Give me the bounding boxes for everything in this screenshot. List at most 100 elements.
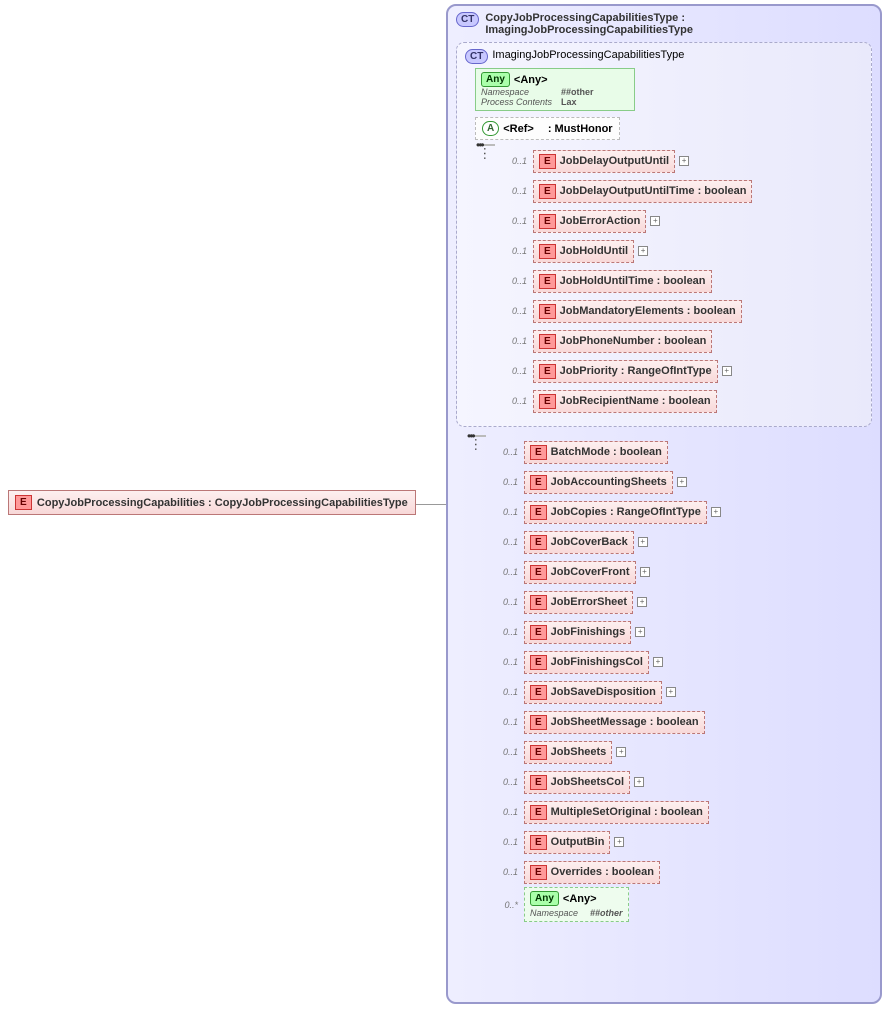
cardinality-label: 0..1 [496,597,518,607]
inner-sequence: ••• 0..1EJobDelayOutputUntil+0..1EJobDel… [465,144,863,416]
expand-icon[interactable]: + [635,627,645,637]
expand-icon[interactable]: + [666,687,676,697]
e-badge-icon: E [530,445,547,460]
element-node[interactable]: EJobCoverFront [524,561,636,584]
node-label: JobCopies : RangeOfIntType [551,506,701,518]
element-node[interactable]: EJobSheetMessage : boolean [524,711,705,734]
e-badge-icon: E [539,184,556,199]
root-element: E CopyJobProcessingCapabilities : CopyJo… [8,490,416,515]
cardinality-label: 0..1 [505,306,527,316]
element-node[interactable]: EJobHoldUntil [533,240,634,263]
child-row: 0..1 EJobCoverFront + [496,557,872,587]
ct-badge-icon: CT [456,12,479,27]
expand-icon[interactable]: + [677,477,687,487]
cardinality-label: 0..1 [505,396,527,406]
root-element-label: CopyJobProcessingCapabilities : CopyJobP… [36,497,409,509]
element-node[interactable]: EOverrides : boolean [524,861,660,884]
e-badge-icon: E [530,505,547,520]
element-node[interactable]: EJobDelayOutputUntilTime : boolean [533,180,752,203]
element-node[interactable]: EJobSheetsCol [524,771,630,794]
outer-children-list: 0..1 E BatchMode : boolean 0..1 EJobAccounti… [496,435,872,922]
inner-complex-type: CT ImagingJobProcessingCapabilitiesType … [456,42,872,427]
e-badge-icon: E [530,805,547,820]
cardinality-label: 0..1 [505,366,527,376]
expand-icon[interactable]: + [722,366,732,376]
element-node[interactable]: EJobFinishingsCol [524,651,649,674]
node-label: JobHoldUntil [560,245,628,257]
node-label: OutputBin [551,836,605,848]
element-node[interactable]: EJobErrorSheet [524,591,633,614]
expand-icon[interactable]: + [614,837,624,847]
element-node[interactable]: EJobAccountingSheets [524,471,673,494]
cardinality-label: 0..1 [496,507,518,517]
e-badge-icon: E [530,835,547,850]
e-badge-icon: E [539,304,556,319]
child-row: 0..1EJobCoverBack+ [496,527,872,557]
cardinality-label: 0..1 [505,276,527,286]
outer-complex-type: CT CopyJobProcessingCapabilitiesType : I… [446,4,882,1004]
e-badge-icon: E [530,775,547,790]
cardinality-label: 0..1 [496,567,518,577]
child-row: 0..1EJobErrorAction+ [505,206,863,236]
node-label: JobFinishings [551,626,626,638]
expand-icon[interactable]: + [616,747,626,757]
expand-icon[interactable]: + [634,777,644,787]
inner-ct-name: ImagingJobProcessingCapabilitiesType [492,49,684,61]
expand-icon[interactable]: + [679,156,689,166]
node-label: MultipleSetOriginal : boolean [551,806,703,818]
child-row: 0..1EJobDelayOutputUntil+ [505,146,863,176]
inner-children-list: 0..1EJobDelayOutputUntil+0..1EJobDelayOu… [505,144,863,416]
child-row: 0..1 EJobFinishings + [496,617,872,647]
e-badge-icon: E [539,214,556,229]
expand-icon[interactable]: + [650,216,660,226]
attribute-ref: A <Ref> : MustHonor [475,117,620,140]
node-label: JobDelayOutputUntil [560,155,669,167]
element-node[interactable]: EJobSheets [524,741,612,764]
element-node[interactable]: EJobErrorAction [533,210,646,233]
e-badge-icon: E [15,495,32,510]
expand-icon[interactable]: + [638,246,648,256]
expand-icon[interactable]: + [638,537,648,547]
any-ns-val: ##other [561,87,594,97]
element-node[interactable]: EJobMandatoryElements : boolean [533,300,742,323]
element-node[interactable]: EJobCoverBack [524,531,634,554]
node-label: JobSheets [551,746,607,758]
element-node[interactable]: EJobDelayOutputUntil [533,150,675,173]
outer-sequence: ••• 0..1EBatchMode : boolean0..1EJobAcco… [456,435,872,922]
element-node[interactable]: EJobPriority : RangeOfIntType [533,360,718,383]
element-node[interactable]: EJobPhoneNumber : boolean [533,330,712,353]
element-node[interactable]: EJobHoldUntilTime : boolean [533,270,712,293]
node-label: JobSheetMessage : boolean [551,716,699,728]
node-label: BatchMode : boolean [551,446,662,458]
child-row: 0..1EJobHoldUntil+ [505,236,863,266]
element-node[interactable]: E OutputBin [524,831,610,854]
expand-icon[interactable]: + [653,657,663,667]
sequence-icon: ••• [481,144,495,146]
child-row: 0..1EJobPhoneNumber : boolean [505,326,863,356]
element-node[interactable]: EJobFinishings [524,621,631,644]
e-badge-icon: E [530,535,547,550]
cardinality-label: 0..* [496,900,518,910]
child-row: 0..1EJobAccountingSheets+ [496,467,872,497]
child-row: 0..1EOverrides : boolean [496,857,872,887]
element-node[interactable]: E BatchMode : boolean [524,441,668,464]
element-node[interactable]: E JobCopies : RangeOfIntType [524,501,707,524]
element-node[interactable]: E MultipleSetOriginal : boolean [524,801,709,824]
any-badge-icon: Any [481,72,510,87]
expand-icon[interactable]: + [640,567,650,577]
any-pc-key: Process Contents [481,97,561,107]
child-row: 0..1 EJobPriority : RangeOfIntType + [505,356,863,386]
child-row: 0..1EMultipleSetOriginal : boolean [496,797,872,827]
child-row: 0..1 EJobHoldUntilTime : boolean [505,266,863,296]
cardinality-label: 0..1 [496,717,518,727]
any-label: <Any> [514,74,548,86]
expand-icon[interactable]: + [711,507,721,517]
ct-badge-icon: CT [465,49,488,64]
cardinality-label: 0..1 [496,627,518,637]
a-badge-icon: A [482,121,499,136]
e-badge-icon: E [539,334,556,349]
cardinality-label: 0..1 [496,777,518,787]
element-node[interactable]: EJobSaveDisposition [524,681,662,704]
expand-icon[interactable]: + [637,597,647,607]
element-node[interactable]: EJobRecipientName : boolean [533,390,717,413]
